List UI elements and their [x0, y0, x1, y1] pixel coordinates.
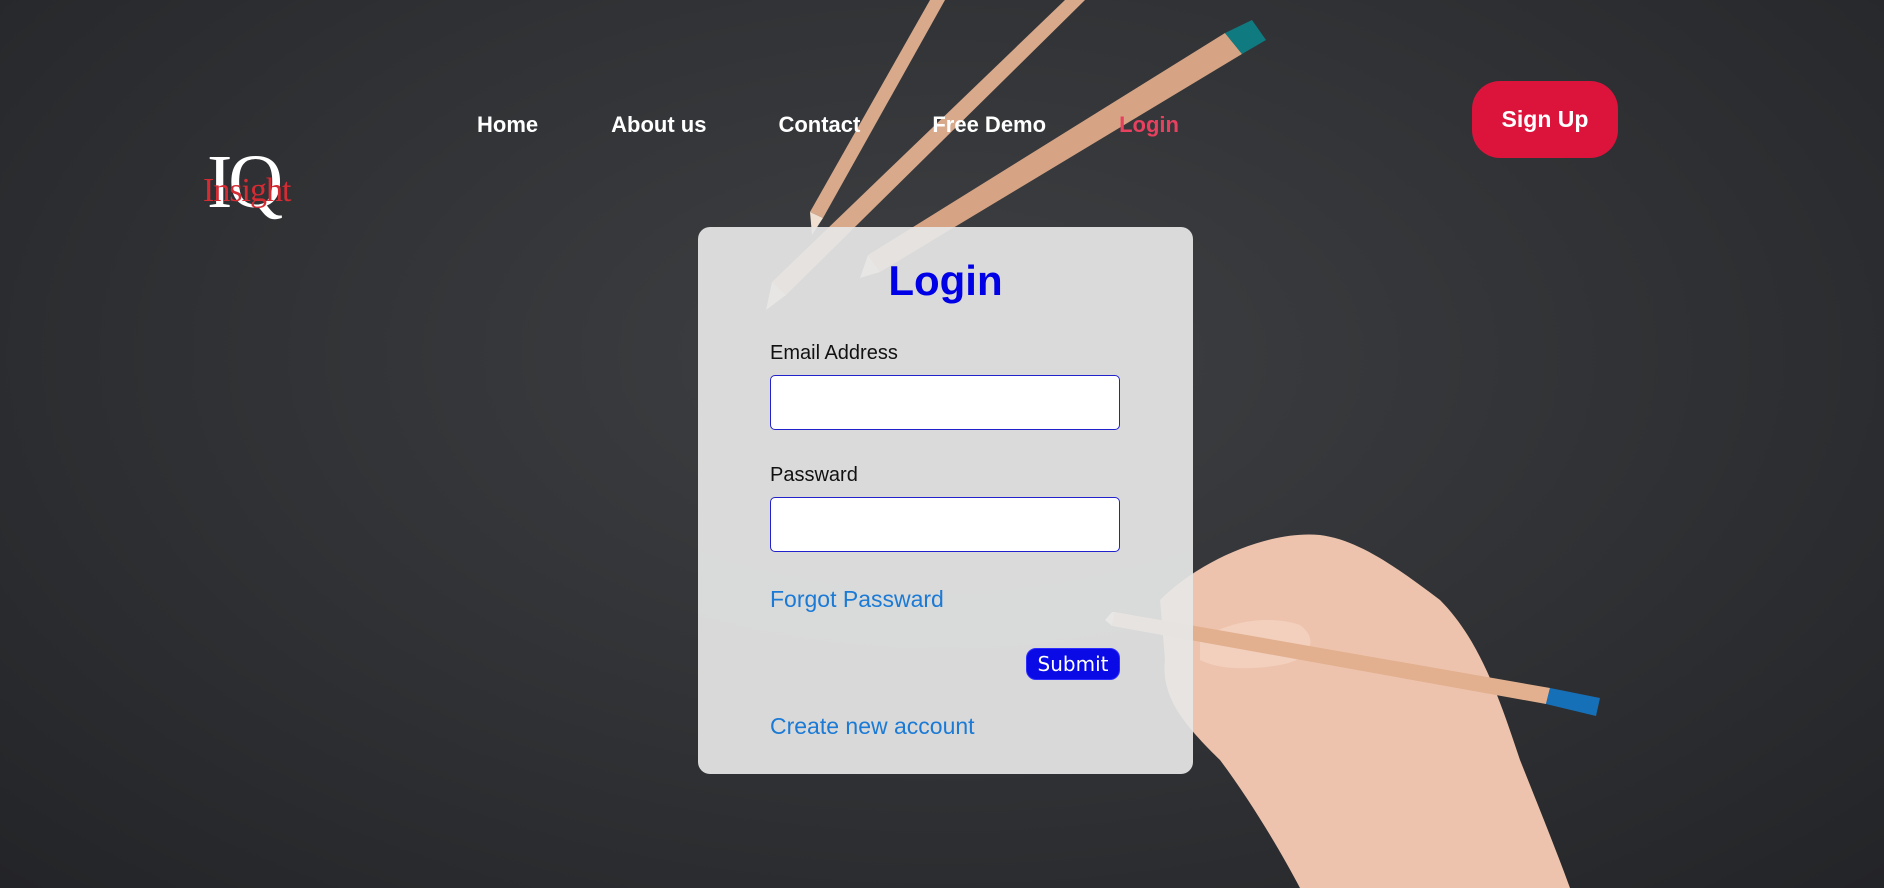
password-input[interactable] [770, 497, 1120, 552]
forgot-password-link[interactable]: Forgot Passward [770, 586, 944, 613]
iq-insight-logo[interactable]: IQ Insight [203, 144, 303, 236]
nav-about-link[interactable]: About us [611, 112, 706, 138]
logo-word: Insight [203, 172, 291, 209]
nav-home-link[interactable]: Home [477, 112, 538, 138]
hand-graphic [1160, 534, 1570, 888]
nav-free-demo-link[interactable]: Free Demo [932, 112, 1046, 138]
email-input[interactable] [770, 375, 1120, 430]
login-title: Login [888, 257, 1003, 304]
password-label: Passward [770, 464, 858, 486]
sign-up-button[interactable]: Sign Up [1472, 81, 1618, 158]
submit-button[interactable]: Submit [1026, 648, 1120, 680]
login-page: IQ Insight Home About us Contact Free De… [0, 0, 1884, 888]
email-label: Email Address [770, 342, 898, 364]
nav-login-link[interactable]: Login [1119, 112, 1179, 138]
main-nav: Home About us Contact Free Demo Login [477, 112, 1179, 138]
nav-contact-link[interactable]: Contact [778, 112, 860, 138]
create-account-link[interactable]: Create new account [770, 713, 975, 740]
login-card: Login Email Address Passward Forgot Pass… [698, 227, 1193, 774]
